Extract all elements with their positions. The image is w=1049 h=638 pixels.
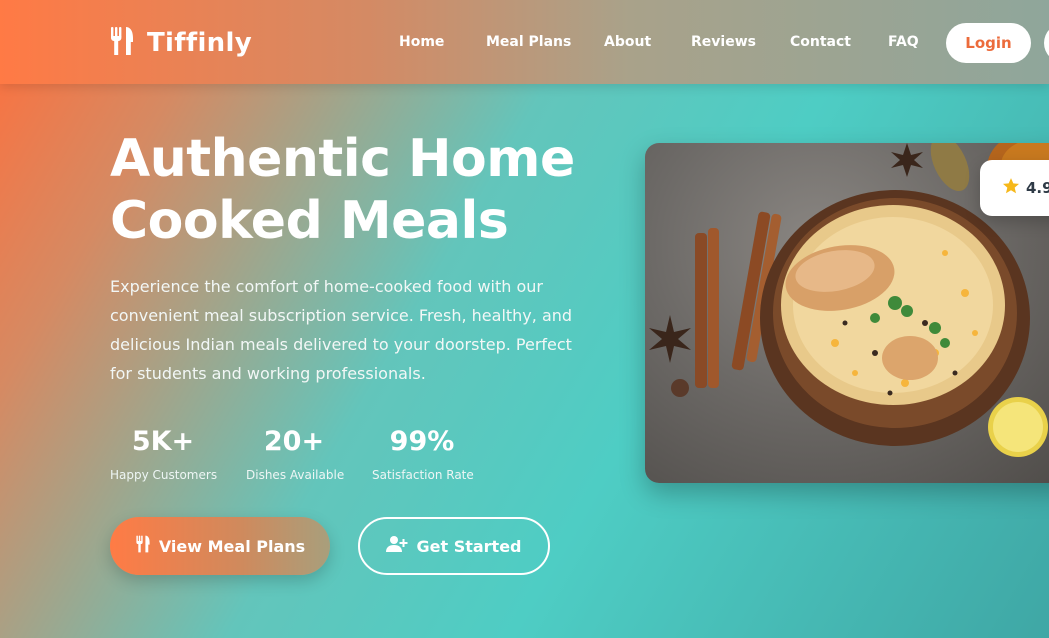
stat-value: 5K+ [131,426,195,457]
nav-link-contact[interactable]: Contact [790,34,851,50]
stat-satisfaction: 99% Satisfaction Rate [372,424,474,482]
view-meal-plans-label: View Meal Plans [158,536,306,556]
hero-description: Experience the comfort of home-cooked fo… [110,277,573,383]
hero-title: Authentic Home Cooked Meals [110,128,590,252]
user-plus-icon [386,535,408,557]
stat-label: Dishes Available [246,468,345,482]
stat-value: 99% [389,426,455,457]
stat-label: Happy Customers [110,468,218,482]
brand-name: Tiffinly [147,28,252,58]
hero-title-line1: Authentic Home [110,129,575,189]
stat-value: 20+ [263,426,325,457]
account-button[interactable] [1044,23,1049,63]
utensils-icon [109,26,135,60]
get-started-label: Get Started [416,536,522,556]
nav-link-faq[interactable]: FAQ [888,34,919,50]
hero-title-line2: Cooked Meals [110,191,509,251]
rating-badge: 4.9 [980,160,1049,216]
stat-dishes: 20+ Dishes Available [246,424,345,482]
utensils-icon [135,535,151,557]
login-button[interactable]: Login [946,23,1031,63]
get-started-button[interactable]: Get Started [358,517,550,575]
nav-link-reviews[interactable]: Reviews [691,34,756,50]
brand-logo[interactable]: Tiffinly [109,26,252,60]
nav-link-home[interactable]: Home [399,34,444,50]
navbar: Tiffinly Home Meal Plans About Reviews C… [0,0,1049,84]
stat-label: Satisfaction Rate [372,468,474,482]
view-meal-plans-button[interactable]: View Meal Plans [110,517,330,575]
star-icon [1002,177,1020,199]
rating-value: 4.9 [1026,179,1049,197]
nav-link-meal-plans[interactable]: Meal Plans [486,34,571,50]
nav-link-about[interactable]: About [604,34,651,50]
stat-customers: 5K+ Happy Customers [110,424,218,482]
